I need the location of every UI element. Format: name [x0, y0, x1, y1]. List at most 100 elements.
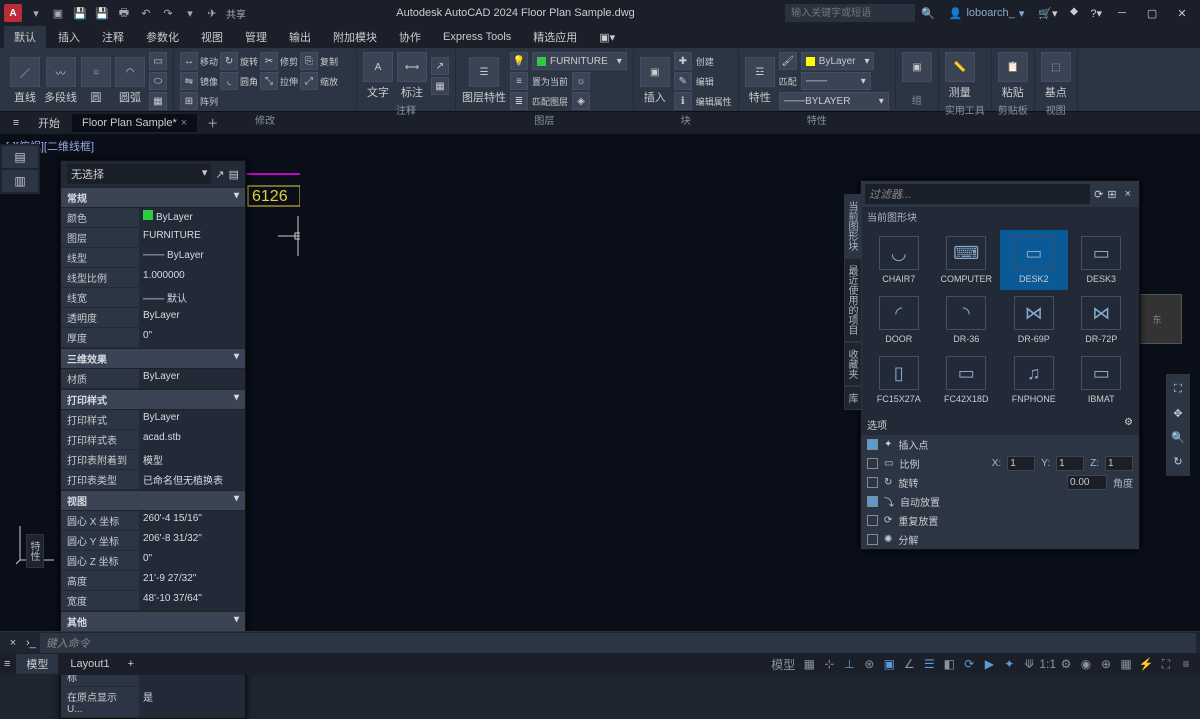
trim-button[interactable]: ✂ [260, 52, 278, 70]
snap-icon[interactable]: ⊹ [819, 657, 839, 671]
ribbon-expand-icon[interactable]: ▣▾ [589, 28, 625, 47]
vtab-lib[interactable]: 库 [844, 386, 862, 410]
nav-wheel-icon[interactable]: ⛶ [1169, 379, 1187, 399]
nav-pan-icon[interactable]: ✥ [1169, 403, 1187, 423]
cb-explode[interactable] [867, 534, 878, 545]
rotate-button[interactable]: ↻ [220, 52, 238, 70]
ltype-select[interactable]: ─── BYLAYER [779, 92, 889, 110]
lweight-status-icon[interactable]: ☰ [919, 657, 939, 671]
layer-state-icon[interactable]: ☼ [572, 72, 590, 90]
block-filter-input[interactable]: 过滤器... [865, 184, 1090, 204]
stretch-button[interactable]: ⤡ [260, 72, 278, 90]
section-other[interactable]: 其他▾ [61, 611, 245, 632]
table-icon[interactable]: ▦ [431, 77, 449, 95]
block-item-fc15x27a[interactable]: ▯FC15X27A [865, 350, 933, 410]
vtab-current[interactable]: 当前图形块 [844, 194, 862, 258]
hwaccel-icon[interactable]: ⚡ [1136, 657, 1156, 671]
layer-iso-icon[interactable]: ◈ [572, 92, 590, 110]
qselect-icon[interactable]: ▤ [229, 168, 239, 181]
circle-button[interactable]: ○圆 [81, 57, 111, 105]
color-select[interactable]: ByLayer [801, 52, 875, 70]
arc-button[interactable]: ◠圆弧 [115, 57, 145, 105]
insert-button[interactable]: ▣插入 [640, 57, 670, 105]
iso-icon[interactable]: ▦ [1116, 657, 1136, 671]
new-tab-button[interactable]: ＋ [199, 112, 226, 134]
measure-button[interactable]: 📏测量 [945, 52, 975, 100]
autodesk-icon[interactable]: ⯁ [1070, 7, 1079, 20]
group-button[interactable]: ▣ [902, 52, 932, 82]
move-button[interactable]: ↔ [180, 52, 198, 70]
cb-repeat[interactable] [867, 515, 878, 526]
block-item-fnphone[interactable]: ♫FNPHONE [1000, 350, 1068, 410]
user-menu[interactable]: 👤loboarch_▾ [949, 7, 1025, 20]
vtab-recent[interactable]: 最近使用的项目 [844, 258, 862, 342]
qat-redo-icon[interactable]: ↷ [160, 5, 176, 21]
tab-manage[interactable]: 管理 [235, 26, 277, 48]
minimize-button[interactable]: ─ [1108, 3, 1136, 23]
paste-button[interactable]: 📋粘贴 [998, 52, 1028, 100]
nav-orbit-icon[interactable]: ↻ [1169, 451, 1187, 471]
pick-icon[interactable]: ↗ [215, 168, 224, 181]
command-input[interactable]: 键入命令 [40, 633, 1196, 653]
section-3d[interactable]: 三维效果▾ [61, 348, 245, 369]
side-icon-1[interactable]: ▤ [2, 146, 38, 168]
block-item-desk3[interactable]: ▭DESK3 [1068, 230, 1136, 290]
layerprops-button[interactable]: ☰图层特性 [462, 57, 506, 105]
share-icon[interactable]: ✈ [204, 5, 220, 21]
ammon-icon[interactable]: ◉ [1076, 657, 1096, 671]
tab-output[interactable]: 输出 [279, 26, 321, 48]
section-common[interactable]: 常规▾ [61, 187, 245, 208]
side-icon-2[interactable]: ▥ [2, 170, 38, 192]
qat-more-icon[interactable]: ▾ [182, 5, 198, 21]
block-item-dr-36[interactable]: ◝DR-36 [933, 290, 1001, 350]
section-plot[interactable]: 打印样式▾ [61, 389, 245, 410]
qat-plot-icon[interactable]: 🖶 [116, 5, 132, 21]
layer-match-icon[interactable]: ≡ [510, 72, 528, 90]
add-layout-icon[interactable]: + [122, 658, 140, 670]
qat-save-icon[interactable]: 💾 [72, 5, 88, 21]
custom-icon[interactable]: ≡ [1176, 657, 1196, 671]
tab-featured[interactable]: 精选应用 [523, 26, 587, 48]
layer-prev-icon[interactable]: ≣ [510, 92, 528, 110]
polyline-button[interactable]: 〰多段线 [44, 57, 77, 105]
cmd-close-icon[interactable]: × [4, 637, 22, 649]
search-icon[interactable]: 🔍 [921, 7, 935, 20]
block-item-fc42x18d[interactable]: ▭FC42X18D [933, 350, 1001, 410]
status-model-label[interactable]: 模型 [767, 656, 799, 673]
block-item-desk2[interactable]: ▭DESK2 [1000, 230, 1068, 290]
properties-tab[interactable]: 特性 [26, 534, 44, 568]
block-item-dr-72p[interactable]: ⋈DR-72P [1068, 290, 1136, 350]
qat-saveas-icon[interactable]: 💾 [94, 5, 110, 21]
share-label[interactable]: 共享 [226, 5, 246, 21]
create-block-icon[interactable]: ✚ [674, 52, 692, 70]
scale-x-input[interactable] [1007, 456, 1035, 471]
qat-open-icon[interactable]: ▣ [50, 5, 66, 21]
otrack-icon[interactable]: ∠ [899, 657, 919, 671]
tab-model[interactable]: 模型 [16, 654, 58, 674]
options-gear-icon[interactable]: ⚙ [1124, 417, 1133, 432]
cb-autoplace[interactable] [867, 496, 878, 507]
scale-y-input[interactable] [1056, 456, 1084, 471]
block-view-icon[interactable]: ⊞ [1107, 188, 1116, 201]
tab-start[interactable]: 开始 [28, 112, 70, 134]
qat-undo-icon[interactable]: ↶ [138, 5, 154, 21]
match-props-icon[interactable]: 🖌 [779, 52, 797, 70]
layer-bulb-icon[interactable]: 💡 [510, 52, 528, 70]
leader-icon[interactable]: ↗ [431, 57, 449, 75]
nav-zoom-icon[interactable]: 🔍 [1169, 427, 1187, 447]
osnap-icon[interactable]: ▣ [879, 657, 899, 671]
annoscale-icon[interactable]: ⟱ [1019, 657, 1039, 671]
section-view[interactable]: 视图▾ [61, 490, 245, 511]
polar-icon[interactable]: ⊛ [859, 657, 879, 671]
cb-scale[interactable] [867, 458, 878, 469]
scale-label[interactable]: 1:1 [1039, 657, 1056, 671]
tab-annotate[interactable]: 注释 [92, 26, 134, 48]
edit-attr-icon[interactable]: ℹ [674, 92, 692, 110]
edit-block-icon[interactable]: ✎ [674, 72, 692, 90]
lweight-select[interactable]: ─── [801, 72, 871, 90]
close-button[interactable]: ✕ [1168, 3, 1196, 23]
maximize-button[interactable]: ▢ [1138, 3, 1166, 23]
scale-z-input[interactable] [1105, 456, 1133, 471]
grid-icon[interactable]: ▦ [799, 657, 819, 671]
search-input[interactable] [785, 4, 915, 22]
